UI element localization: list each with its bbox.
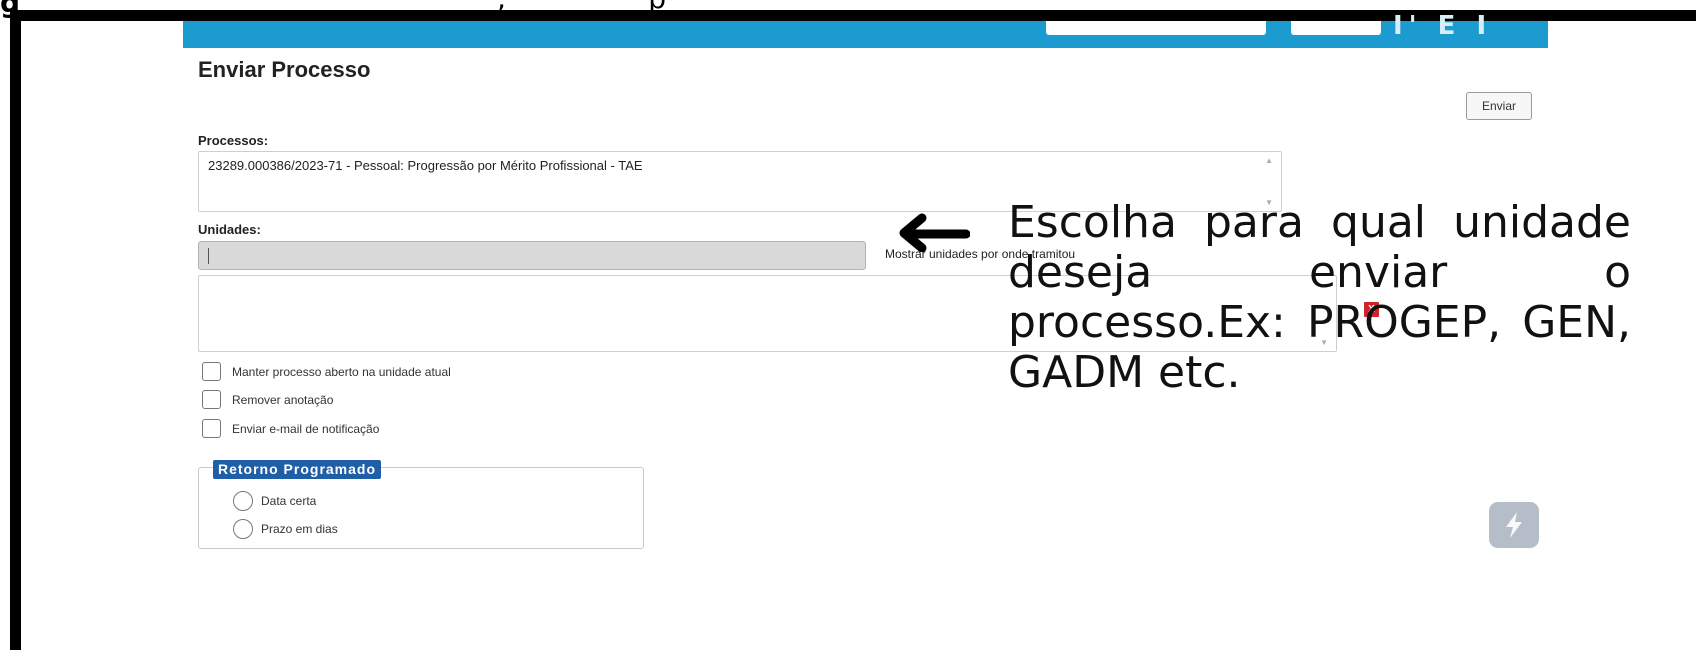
floating-action-button[interactable] <box>1489 502 1539 548</box>
processos-label: Processos: <box>198 133 269 148</box>
checkbox[interactable] <box>202 419 221 438</box>
option-label: Enviar e-mail de notificação <box>232 421 380 436</box>
send-button[interactable]: Enviar <box>1466 92 1532 120</box>
scroll-up-icon[interactable]: ▲ <box>1265 156 1273 165</box>
checkbox[interactable] <box>202 390 221 409</box>
option-remove-annotation[interactable]: Remover anotação <box>202 390 333 409</box>
radio-button[interactable] <box>233 491 253 511</box>
top-navigation-bar: I' E I <box>183 11 1548 48</box>
retorno-programado-legend: Retorno Programado <box>213 460 382 479</box>
radio-button[interactable] <box>233 519 253 539</box>
instruction-annotation: Escolha para qual unidade deseja enviar … <box>1008 197 1631 398</box>
process-item: 23289.000386/2023-71 - Pessoal: Progress… <box>208 158 643 173</box>
option-keep-open[interactable]: Manter processo aberto na unidade atual <box>202 362 451 381</box>
text-cursor <box>208 248 209 264</box>
system-logo: I' E I <box>1393 11 1493 41</box>
top-search-field[interactable] <box>1046 21 1266 35</box>
checkbox[interactable] <box>202 362 221 381</box>
option-label: Remover anotação <box>232 392 334 407</box>
top-unit-select[interactable] <box>1291 21 1381 35</box>
radio-data-certa[interactable]: Data certa <box>233 491 316 511</box>
radio-label: Prazo em dias <box>261 522 338 536</box>
lightning-icon <box>1506 512 1522 538</box>
arrow-left-icon <box>899 213 970 252</box>
unidades-label: Unidades: <box>198 222 261 237</box>
unidades-input[interactable] <box>198 241 866 270</box>
option-send-email[interactable]: Enviar e-mail de notificação <box>202 419 379 438</box>
radio-label: Data certa <box>261 494 317 508</box>
option-label: Manter processo aberto na unidade atual <box>232 364 451 379</box>
page-title: Enviar Processo <box>198 57 371 82</box>
radio-prazo-em-dias[interactable]: Prazo em dias <box>233 519 338 539</box>
